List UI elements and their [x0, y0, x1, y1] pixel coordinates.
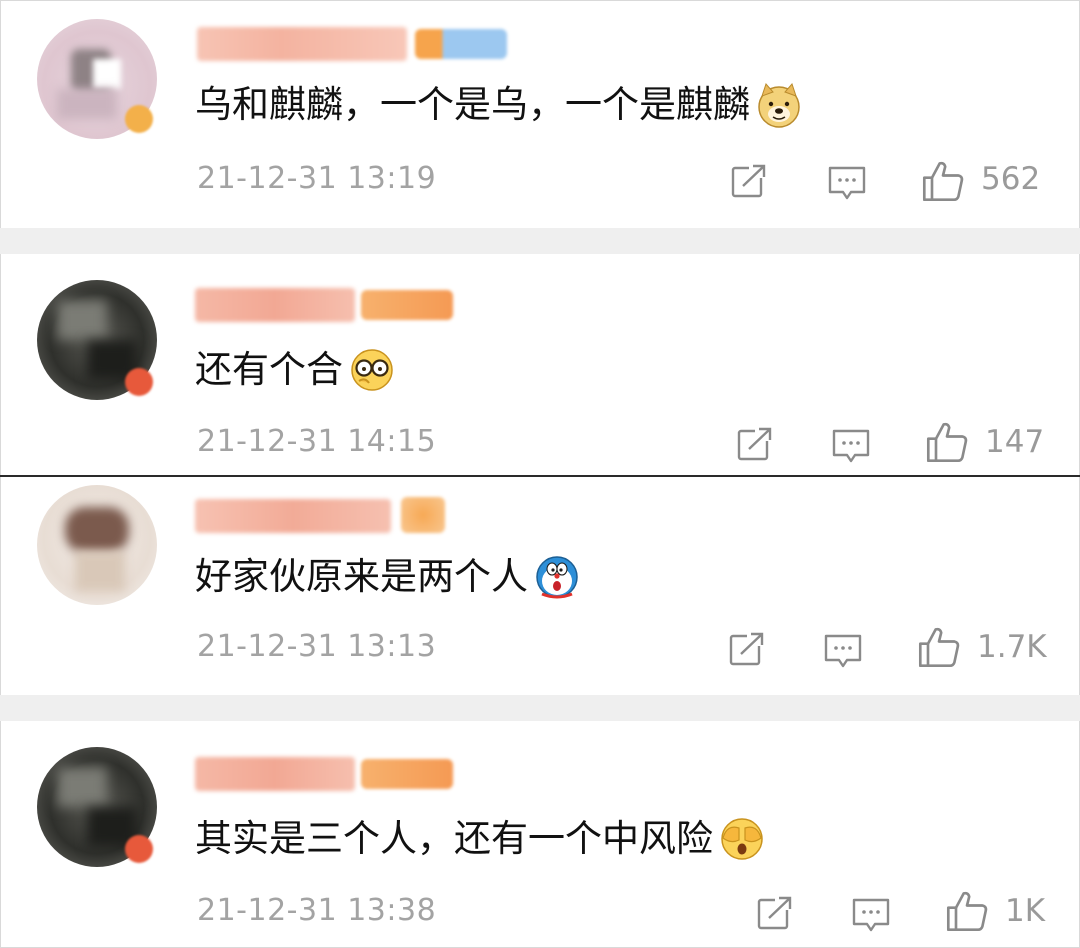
separator [0, 695, 1080, 721]
doraemon-emoji [536, 556, 578, 599]
username[interactable] [197, 27, 407, 61]
share-icon[interactable] [755, 893, 795, 933]
avatar-badge [125, 105, 153, 133]
like-count: 1.7K [977, 629, 1047, 665]
comment-card: 乌和麒麟，一个是乌，一个是麒麟 21-12-31 13:19 562 [0, 0, 1080, 228]
comment-time: 21-12-31 13:13 [197, 629, 437, 664]
level-badge [401, 497, 445, 533]
comment-content: 其实是三个人，还有一个中风险 [195, 815, 765, 863]
comment-icon[interactable] [851, 895, 891, 935]
comment-text: 还有个合 [195, 348, 343, 391]
like-count: 1K [1005, 893, 1046, 929]
doge-emoji [758, 83, 800, 128]
share-icon[interactable] [729, 161, 769, 201]
level-badge [361, 759, 453, 789]
comment-card: 还有个合 21-12-31 14:15 147 [0, 254, 1080, 476]
share-icon[interactable] [727, 629, 767, 669]
thumbs-up-icon[interactable] [921, 159, 965, 203]
username[interactable] [195, 288, 355, 322]
like-count: 562 [981, 161, 1041, 197]
thumbs-up-icon[interactable] [917, 625, 961, 669]
comment-time: 21-12-31 13:19 [197, 161, 437, 196]
comment-content: 好家伙原来是两个人 [195, 553, 580, 601]
comment-text: 乌和麒麟，一个是乌，一个是麒麟 [195, 83, 750, 126]
cover-eyes-emoji [721, 818, 763, 860]
comment-content: 乌和麒麟，一个是乌，一个是麒麟 [195, 81, 802, 129]
comment-time: 21-12-31 13:38 [197, 893, 437, 928]
avatar-badge [125, 835, 153, 863]
avatar[interactable] [37, 485, 157, 605]
comment-card: 其实是三个人，还有一个中风险 21-12-31 13:38 1K [0, 721, 1080, 948]
comment-icon[interactable] [831, 426, 871, 466]
comment-card: 好家伙原来是两个人 21-12-31 13:13 1.7K [0, 477, 1080, 695]
level-badge [415, 29, 507, 59]
avatar-badge [125, 368, 153, 396]
comment-content: 还有个合 [195, 346, 395, 394]
comment-icon[interactable] [823, 631, 863, 671]
separator [0, 228, 1080, 254]
comment-text: 好家伙原来是两个人 [195, 555, 528, 598]
thumbs-up-icon[interactable] [925, 420, 969, 464]
comment-text: 其实是三个人，还有一个中风险 [195, 817, 713, 860]
level-badge [361, 290, 453, 320]
comment-icon[interactable] [827, 163, 867, 203]
comment-time: 21-12-31 14:15 [197, 424, 437, 459]
username[interactable] [195, 757, 355, 791]
like-count: 147 [985, 424, 1045, 460]
glasses-emoji [351, 349, 393, 391]
thumbs-up-icon[interactable] [945, 889, 989, 933]
share-icon[interactable] [735, 424, 775, 464]
username[interactable] [195, 499, 391, 533]
